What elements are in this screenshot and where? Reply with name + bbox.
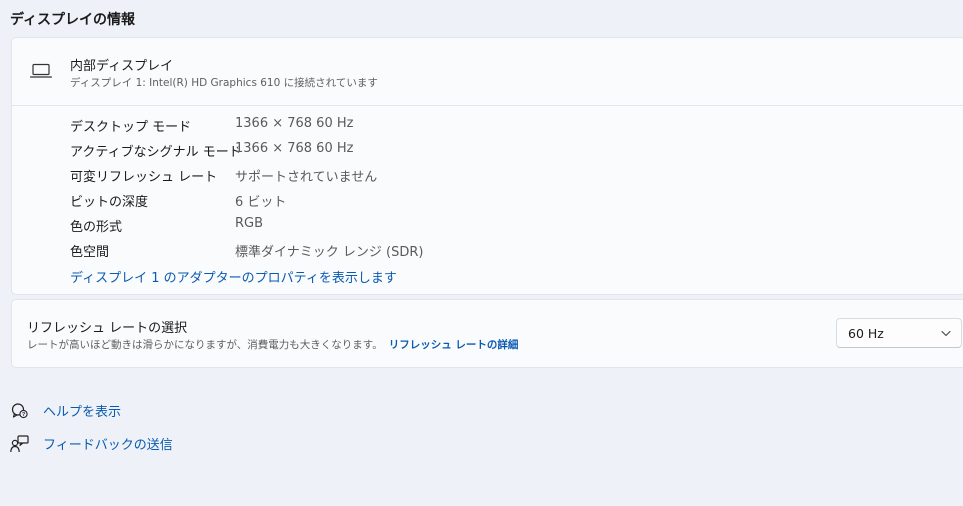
refresh-rate-selected: 60 Hz <box>848 326 884 341</box>
property-label: 可変リフレッシュ レート <box>70 170 218 185</box>
display-name: 内部ディスプレイ <box>70 59 174 74</box>
property-label: デスクトップ モード <box>70 120 192 135</box>
laptop-icon <box>30 63 52 78</box>
property-row: ビットの深度 6 ビット <box>70 191 570 216</box>
property-row: 色の形式 RGB <box>70 216 570 241</box>
section-title: ディスプレイの情報 <box>10 12 136 28</box>
display-header: 内部ディスプレイ ディスプレイ 1: Intel(R) HD Graphics … <box>12 38 963 106</box>
property-value: 標準ダイナミック レンジ (SDR) <box>235 245 424 260</box>
property-value: 1366 × 768 60 Hz <box>235 116 354 131</box>
chevron-down-icon <box>941 330 951 337</box>
property-value: 1366 × 768 60 Hz <box>235 141 354 156</box>
property-row: アクティブなシグナル モード 1366 × 768 60 Hz <box>70 141 570 166</box>
display-info-card: 内部ディスプレイ ディスプレイ 1: Intel(R) HD Graphics … <box>11 37 963 295</box>
property-value: サポートされていません <box>235 170 378 185</box>
property-row: 色空間 標準ダイナミック レンジ (SDR) <box>70 241 570 266</box>
feedback-icon <box>10 435 29 453</box>
property-row: デスクトップ モード 1366 × 768 60 Hz <box>70 116 570 141</box>
adapter-properties-link[interactable]: ディスプレイ 1 のアダプターのプロパティを表示します <box>70 267 397 286</box>
help-icon: ? <box>11 403 28 419</box>
property-value: 6 ビット <box>235 195 287 210</box>
help-link-label: ヘルプを表示 <box>43 405 122 420</box>
refresh-rate-dropdown[interactable]: 60 Hz <box>836 318 962 348</box>
property-label: ビットの深度 <box>70 195 149 210</box>
display-subtitle: ディスプレイ 1: Intel(R) HD Graphics 610 に接続され… <box>70 77 378 89</box>
display-properties: デスクトップ モード 1366 × 768 60 Hz アクティブなシグナル モ… <box>70 116 570 266</box>
property-label: 色の形式 <box>70 220 123 235</box>
refresh-rate-detail-link[interactable]: リフレッシュ レートの詳細 <box>389 339 519 351</box>
refresh-rate-card: リフレッシュ レートの選択 レートが高いほど動きは滑らかになりますが、消費電力も… <box>11 299 963 368</box>
feedback-link-label: フィードバックの送信 <box>43 438 173 453</box>
property-row: 可変リフレッシュ レート サポートされていません <box>70 166 570 191</box>
refresh-rate-description: レートが高いほど動きは滑らかになりますが、消費電力も大きくなります。 リフレッシュ… <box>27 337 518 352</box>
refresh-rate-title: リフレッシュ レートの選択 <box>27 321 188 336</box>
property-value: RGB <box>235 216 264 231</box>
property-label: アクティブなシグナル モード <box>70 145 242 160</box>
property-label: 色空間 <box>70 245 110 260</box>
refresh-rate-description-text: レートが高いほど動きは滑らかになりますが、消費電力も大きくなります。 <box>27 339 383 351</box>
